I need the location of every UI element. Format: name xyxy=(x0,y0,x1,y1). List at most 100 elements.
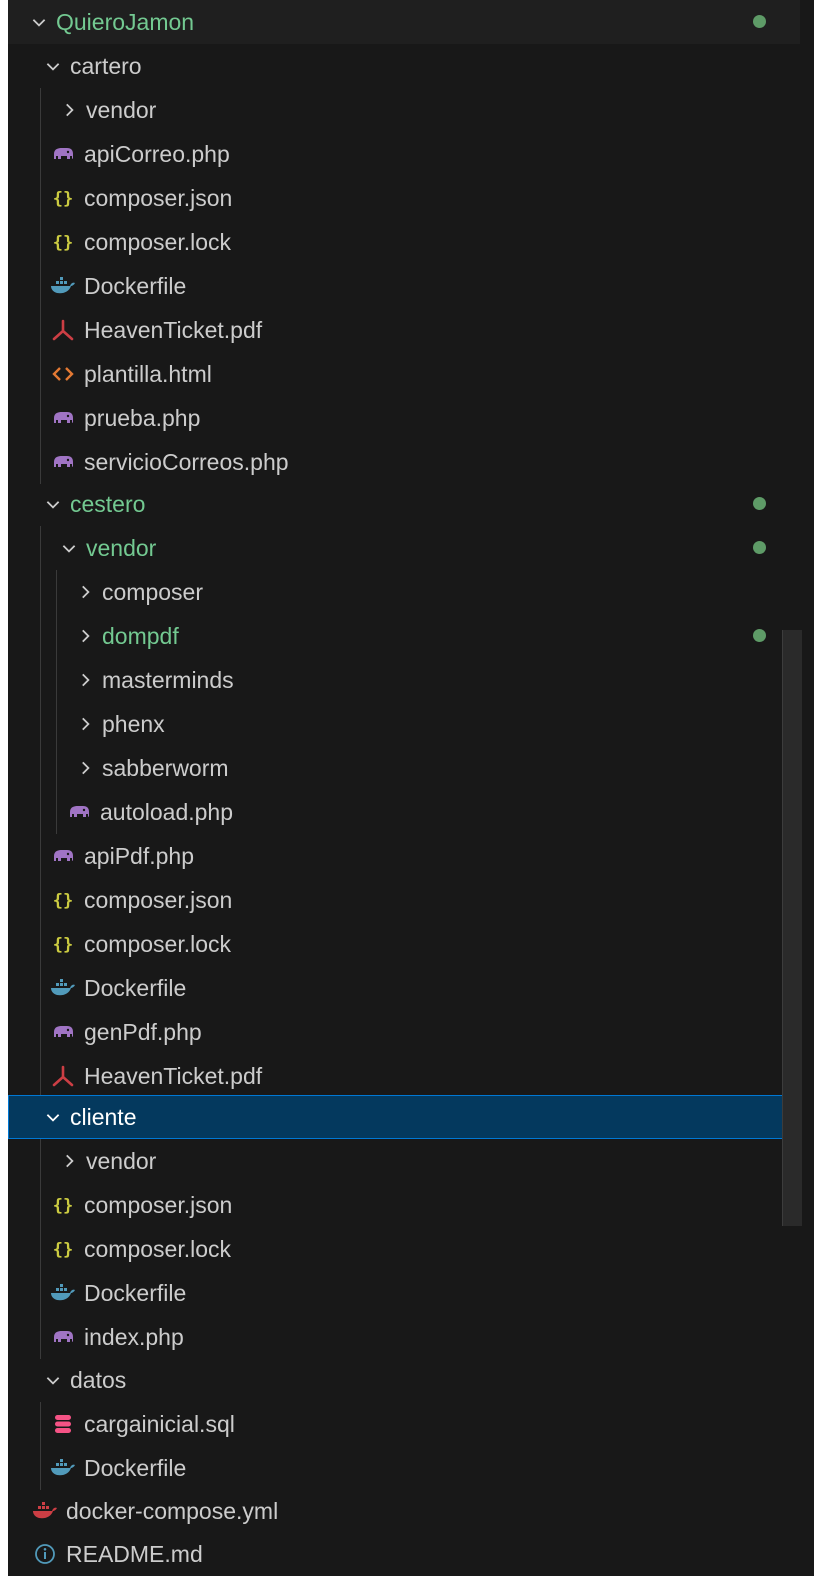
svg-text:{}: {} xyxy=(53,935,73,954)
tree-file[interactable]: {} composer.json xyxy=(8,1183,800,1227)
svg-text:{}: {} xyxy=(53,189,73,208)
tree-folder-datos[interactable]: datos xyxy=(8,1358,800,1402)
indent-guide xyxy=(40,1183,41,1227)
modified-dot xyxy=(753,629,766,642)
chevron-down-icon xyxy=(28,11,50,33)
braces-icon: {} xyxy=(50,932,76,956)
tree-folder-cestero[interactable]: cestero xyxy=(8,482,800,526)
tree-file[interactable]: apiCorreo.php xyxy=(8,132,800,176)
indent-guide xyxy=(40,132,41,176)
tree-folder-cartero[interactable]: cartero xyxy=(8,44,800,88)
svg-text:{}: {} xyxy=(53,891,73,910)
tree-folder-cestero-vendor[interactable]: vendor xyxy=(8,526,800,570)
elephant-icon xyxy=(50,450,76,474)
chevron-down-icon xyxy=(58,537,80,559)
tree-file[interactable]: servicioCorreos.php xyxy=(8,440,800,484)
pdf-icon xyxy=(50,1064,76,1088)
tree-folder[interactable]: phenx xyxy=(8,702,800,746)
left-gutter xyxy=(0,0,8,1576)
indent-guide xyxy=(40,790,41,834)
file-label: autoload.php xyxy=(100,799,234,825)
folder-label: composer xyxy=(102,579,203,605)
file-label: HeavenTicket.pdf xyxy=(84,317,263,343)
chevron-right-icon xyxy=(74,757,96,779)
elephant-icon xyxy=(50,406,76,430)
indent-guide xyxy=(56,570,57,614)
file-label: composer.lock xyxy=(84,1236,232,1262)
tree-file[interactable]: cargainicial.sql xyxy=(8,1402,800,1446)
tree-folder[interactable]: masterminds xyxy=(8,658,800,702)
indent-guide xyxy=(40,1139,41,1183)
indent-guide xyxy=(40,878,41,922)
tree-folder-cartero-vendor[interactable]: vendor xyxy=(8,88,800,132)
file-label: HeavenTicket.pdf xyxy=(84,1063,263,1089)
indent-guide xyxy=(40,746,41,790)
file-label: composer.lock xyxy=(84,931,232,957)
tree-folder[interactable]: sabberworm xyxy=(8,746,800,790)
tree-file[interactable]: docker-compose.yml xyxy=(8,1489,800,1533)
tree-file[interactable]: {} composer.json xyxy=(8,176,800,220)
tree-file[interactable]: plantilla.html xyxy=(8,352,800,396)
braces-icon: {} xyxy=(50,230,76,254)
vertical-scrollbar[interactable] xyxy=(782,630,802,1226)
tree-file[interactable]: apiPdf.php xyxy=(8,834,800,878)
tree-file[interactable]: HeavenTicket.pdf xyxy=(8,1054,800,1098)
folder-label: vendor xyxy=(86,1148,157,1174)
chevron-down-icon xyxy=(42,55,64,77)
chevron-right-icon xyxy=(74,713,96,735)
docker-whale-icon xyxy=(32,1499,58,1523)
file-label: cargainicial.sql xyxy=(84,1411,235,1437)
tree-file[interactable]: Dockerfile xyxy=(8,1446,800,1490)
braces-icon: {} xyxy=(50,186,76,210)
indent-guide xyxy=(40,308,41,352)
chevron-right-icon xyxy=(74,669,96,691)
tree-file[interactable]: {} composer.lock xyxy=(8,922,800,966)
chevron-down-icon xyxy=(42,493,64,515)
folder-label: vendor xyxy=(86,97,157,123)
tree-file[interactable]: README.md xyxy=(8,1532,800,1576)
tree-file[interactable]: autoload.php xyxy=(8,790,800,834)
indent-guide xyxy=(40,1054,41,1098)
file-label: plantilla.html xyxy=(84,361,212,387)
tree-folder[interactable]: composer xyxy=(8,570,800,614)
file-label: README.md xyxy=(66,1541,203,1567)
tree-file[interactable]: {} composer.lock xyxy=(8,220,800,264)
tree-folder-quierojamon[interactable]: QuieroJamon xyxy=(8,0,800,44)
indent-guide xyxy=(40,1010,41,1054)
tree-file[interactable]: {} composer.lock xyxy=(8,1227,800,1271)
tree-folder-cliente-vendor[interactable]: vendor xyxy=(8,1139,800,1183)
tree-file[interactable]: {} composer.json xyxy=(8,878,800,922)
svg-text:{}: {} xyxy=(53,1240,73,1259)
chevron-right-icon xyxy=(74,625,96,647)
tree-file[interactable]: genPdf.php xyxy=(8,1010,800,1054)
folder-label: phenx xyxy=(102,711,165,737)
file-label: docker-compose.yml xyxy=(66,1498,279,1524)
tree-file[interactable]: index.php xyxy=(8,1315,800,1359)
indent-guide xyxy=(40,88,41,132)
tree-file[interactable]: Dockerfile xyxy=(8,966,800,1010)
indent-guide xyxy=(40,702,41,746)
docker-whale-icon xyxy=(50,976,76,1000)
elephant-icon xyxy=(50,142,76,166)
indent-guide xyxy=(40,834,41,878)
file-label: servicioCorreos.php xyxy=(84,449,289,475)
file-label: composer.json xyxy=(84,185,233,211)
tree-file[interactable]: prueba.php xyxy=(8,396,800,440)
modified-dot xyxy=(753,15,766,28)
tree-file[interactable]: HeavenTicket.pdf xyxy=(8,308,800,352)
tree-file[interactable]: Dockerfile xyxy=(8,1271,800,1315)
file-label: genPdf.php xyxy=(84,1019,202,1045)
braces-icon: {} xyxy=(50,1193,76,1217)
indent-guide xyxy=(40,1271,41,1315)
tree-folder-cliente[interactable]: cliente xyxy=(8,1095,800,1139)
indent-guide xyxy=(40,526,41,570)
svg-text:{}: {} xyxy=(53,1196,73,1215)
pdf-icon xyxy=(50,318,76,342)
indent-guide xyxy=(40,396,41,440)
tree-file[interactable]: Dockerfile xyxy=(8,264,800,308)
file-label: index.php xyxy=(84,1324,184,1350)
indent-guide xyxy=(56,746,57,790)
file-label: composer.json xyxy=(84,1192,233,1218)
folder-label: cliente xyxy=(70,1104,137,1130)
tree-folder[interactable]: dompdf xyxy=(8,614,800,658)
